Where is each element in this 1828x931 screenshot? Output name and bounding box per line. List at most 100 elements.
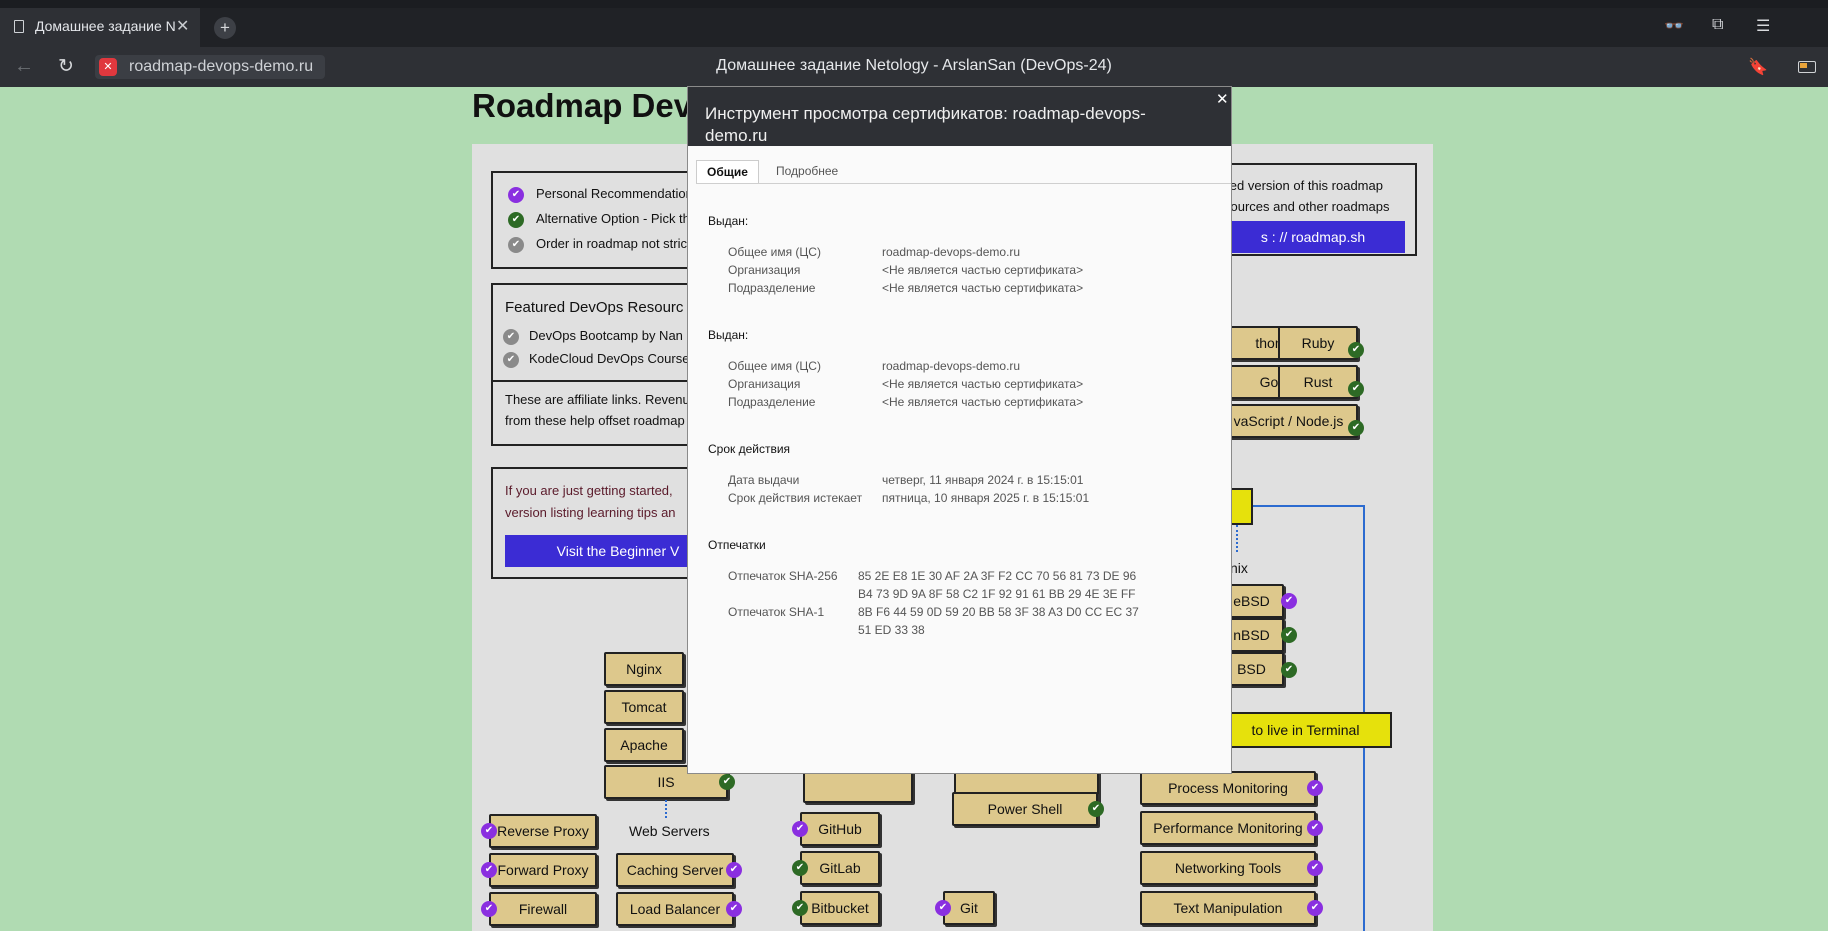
tab-bar: Домашнее задание Net ✕ + 👓 ⧉ ☰ bbox=[0, 8, 1828, 47]
legend-item: Personal Recommendation bbox=[536, 186, 693, 201]
node-text-manipulation[interactable]: Text Manipulation bbox=[1140, 891, 1316, 925]
field-label: Срок действия истекает bbox=[728, 491, 863, 505]
field-value: roadmap-devops-demo.ru bbox=[882, 245, 1021, 259]
purple-check-icon: ✔ bbox=[1307, 860, 1323, 876]
node-hidden[interactable] bbox=[803, 769, 913, 803]
menu-icon[interactable]: ☰ bbox=[1756, 16, 1770, 36]
roadmap-sh-button[interactable]: s : // roadmap.sh bbox=[1221, 221, 1405, 253]
fingerprint-value: B4 73 9D 9A 8F 58 C2 1F 92 91 61 BB 29 4… bbox=[858, 587, 1136, 601]
promo-text: iled version of this roadmap bbox=[1224, 178, 1383, 193]
close-icon[interactable]: ✕ bbox=[1216, 90, 1229, 108]
featured-link[interactable]: DevOps Bootcamp by Nan bbox=[529, 328, 683, 343]
node-github[interactable]: GitHub bbox=[800, 812, 880, 846]
field-label: Отпечаток SHA-1 bbox=[728, 605, 825, 619]
green-check-icon: ✔ bbox=[719, 774, 735, 790]
beginner-text: version listing learning tips an bbox=[505, 505, 676, 520]
field-value: <Не является частью сертификата> bbox=[882, 263, 1084, 277]
tab-general[interactable]: Общие bbox=[696, 160, 759, 183]
tab-details[interactable]: Подробнее bbox=[766, 160, 848, 182]
purple-check-icon: ✔ bbox=[1281, 593, 1297, 609]
node-ruby[interactable]: Ruby bbox=[1278, 326, 1358, 360]
field-value: четверг, 11 января 2024 г. в 15:15:01 bbox=[882, 473, 1084, 487]
green-check-icon: ✔ bbox=[1281, 662, 1297, 678]
node-nginx[interactable]: Nginx bbox=[604, 652, 684, 686]
field-value: roadmap-devops-demo.ru bbox=[882, 359, 1021, 373]
reader-glasses-icon[interactable]: 👓 bbox=[1664, 16, 1684, 36]
purple-check-icon: ✔ bbox=[1307, 780, 1323, 796]
gray-check-icon: ✔ bbox=[508, 237, 524, 253]
purple-check-icon: ✔ bbox=[481, 862, 497, 878]
node-networking-tools[interactable]: Networking Tools bbox=[1140, 851, 1316, 885]
page-title: Домашнее задание Netology - ArslanSan (D… bbox=[716, 57, 1112, 74]
web-servers-label: Web Servers bbox=[629, 823, 710, 839]
dialog-header: Инструмент просмотра сертификатов: roadm… bbox=[688, 87, 1231, 146]
purple-check-icon: ✔ bbox=[1307, 900, 1323, 916]
featured-title: Featured DevOps Resourc bbox=[505, 299, 684, 316]
fingerprint-value: 85 2E E8 1E 30 AF 2A 3F F2 CC 70 56 81 7… bbox=[858, 569, 1137, 583]
section-heading: Выдан: bbox=[708, 214, 749, 228]
node-load-balancer[interactable]: Load Balancer bbox=[616, 892, 734, 926]
node-gitlab[interactable]: GitLab bbox=[800, 851, 880, 885]
fingerprint-value: 8B F6 44 59 0D 59 20 BB 58 3F 38 A3 D0 C… bbox=[858, 605, 1139, 619]
affiliate-note: These are affiliate links. Revenu bbox=[505, 392, 690, 407]
node-power-shell[interactable]: Power Shell bbox=[952, 792, 1098, 826]
connector-dots bbox=[1236, 525, 1238, 552]
node-forward-proxy[interactable]: Forward Proxy bbox=[489, 853, 597, 887]
promo-box: iled version of this roadmap sources and… bbox=[1219, 163, 1417, 256]
field-label: Общее имя (ЦС) bbox=[728, 245, 821, 259]
field-label: Организация bbox=[728, 263, 801, 277]
node-firewall[interactable]: Firewall bbox=[489, 892, 597, 926]
section-heading: Выдан: bbox=[708, 328, 749, 342]
green-check-icon: ✔ bbox=[508, 212, 524, 228]
node-performance-monitoring[interactable]: Performance Monitoring bbox=[1140, 811, 1316, 845]
divider bbox=[696, 183, 1231, 184]
purple-check-icon: ✔ bbox=[481, 823, 497, 839]
field-label: Подразделение bbox=[728, 395, 816, 409]
dialog-title: Инструмент просмотра сертификатов: roadm… bbox=[705, 104, 1146, 145]
legend-item: Alternative Option - Pick this bbox=[536, 211, 700, 226]
new-tab-button[interactable]: + bbox=[214, 17, 236, 39]
field-label: Организация bbox=[728, 377, 801, 391]
node-reverse-proxy[interactable]: Reverse Proxy bbox=[489, 814, 597, 848]
document-icon bbox=[14, 20, 24, 33]
fingerprint-value: 51 ED 33 38 bbox=[858, 623, 925, 637]
promo-text: sources and other roadmaps bbox=[1224, 199, 1390, 214]
field-value: <Не является частью сертификата> bbox=[882, 377, 1084, 391]
node-process-monitoring[interactable]: Process Monitoring bbox=[1140, 771, 1316, 805]
connector-dots bbox=[665, 800, 667, 818]
connector-line bbox=[1253, 505, 1363, 507]
tab-title: Домашнее задание Net bbox=[35, 18, 175, 34]
featured-link[interactable]: KodeCloud DevOps Course bbox=[529, 351, 689, 366]
field-label: Дата выдачи bbox=[728, 473, 800, 487]
node-caching-server[interactable]: Caching Server bbox=[616, 853, 734, 887]
node-javascript[interactable]: vaScript / Node.js bbox=[1219, 404, 1358, 438]
node-apache[interactable]: Apache bbox=[604, 728, 684, 762]
bookmark-icon[interactable]: 🔖 bbox=[1748, 57, 1768, 77]
legend-item: Order in roadmap not strict bbox=[536, 236, 691, 251]
unix-label: nix bbox=[1230, 560, 1248, 576]
node-rust[interactable]: Rust bbox=[1278, 365, 1358, 399]
address-bar: ← ↻ ✕ roadmap-devops-demo.ru Домашнее за… bbox=[0, 47, 1828, 87]
browser-tab[interactable]: Домашнее задание Net ✕ bbox=[0, 8, 200, 47]
roadmap-heading: Roadmap Dev bbox=[472, 87, 693, 124]
field-value: <Не является частью сертификата> bbox=[882, 281, 1084, 295]
field-label: Отпечаток SHA-256 bbox=[728, 569, 838, 583]
tab-close-icon[interactable]: ✕ bbox=[176, 16, 189, 36]
gray-check-icon: ✔ bbox=[503, 352, 519, 368]
field-label: Подразделение bbox=[728, 281, 816, 295]
node-terminal[interactable]: to live in Terminal bbox=[1219, 712, 1392, 748]
system-top-bar bbox=[0, 0, 1828, 8]
green-check-icon: ✔ bbox=[1088, 801, 1104, 817]
section-heading: Отпечатки bbox=[708, 538, 766, 552]
battery-icon bbox=[1798, 61, 1816, 73]
purple-check-icon: ✔ bbox=[726, 901, 742, 917]
certificate-viewer-dialog: Инструмент просмотра сертификатов: roadm… bbox=[687, 86, 1232, 774]
node-bitbucket[interactable]: Bitbucket bbox=[800, 891, 880, 925]
green-check-icon: ✔ bbox=[1281, 627, 1297, 643]
node-tomcat[interactable]: Tomcat bbox=[604, 690, 684, 724]
green-check-icon: ✔ bbox=[1348, 342, 1364, 358]
tabs-icon[interactable]: ⧉ bbox=[1712, 16, 1723, 34]
field-value: <Не является частью сертификата> bbox=[882, 395, 1084, 409]
gray-check-icon: ✔ bbox=[503, 329, 519, 345]
purple-check-icon: ✔ bbox=[726, 862, 742, 878]
